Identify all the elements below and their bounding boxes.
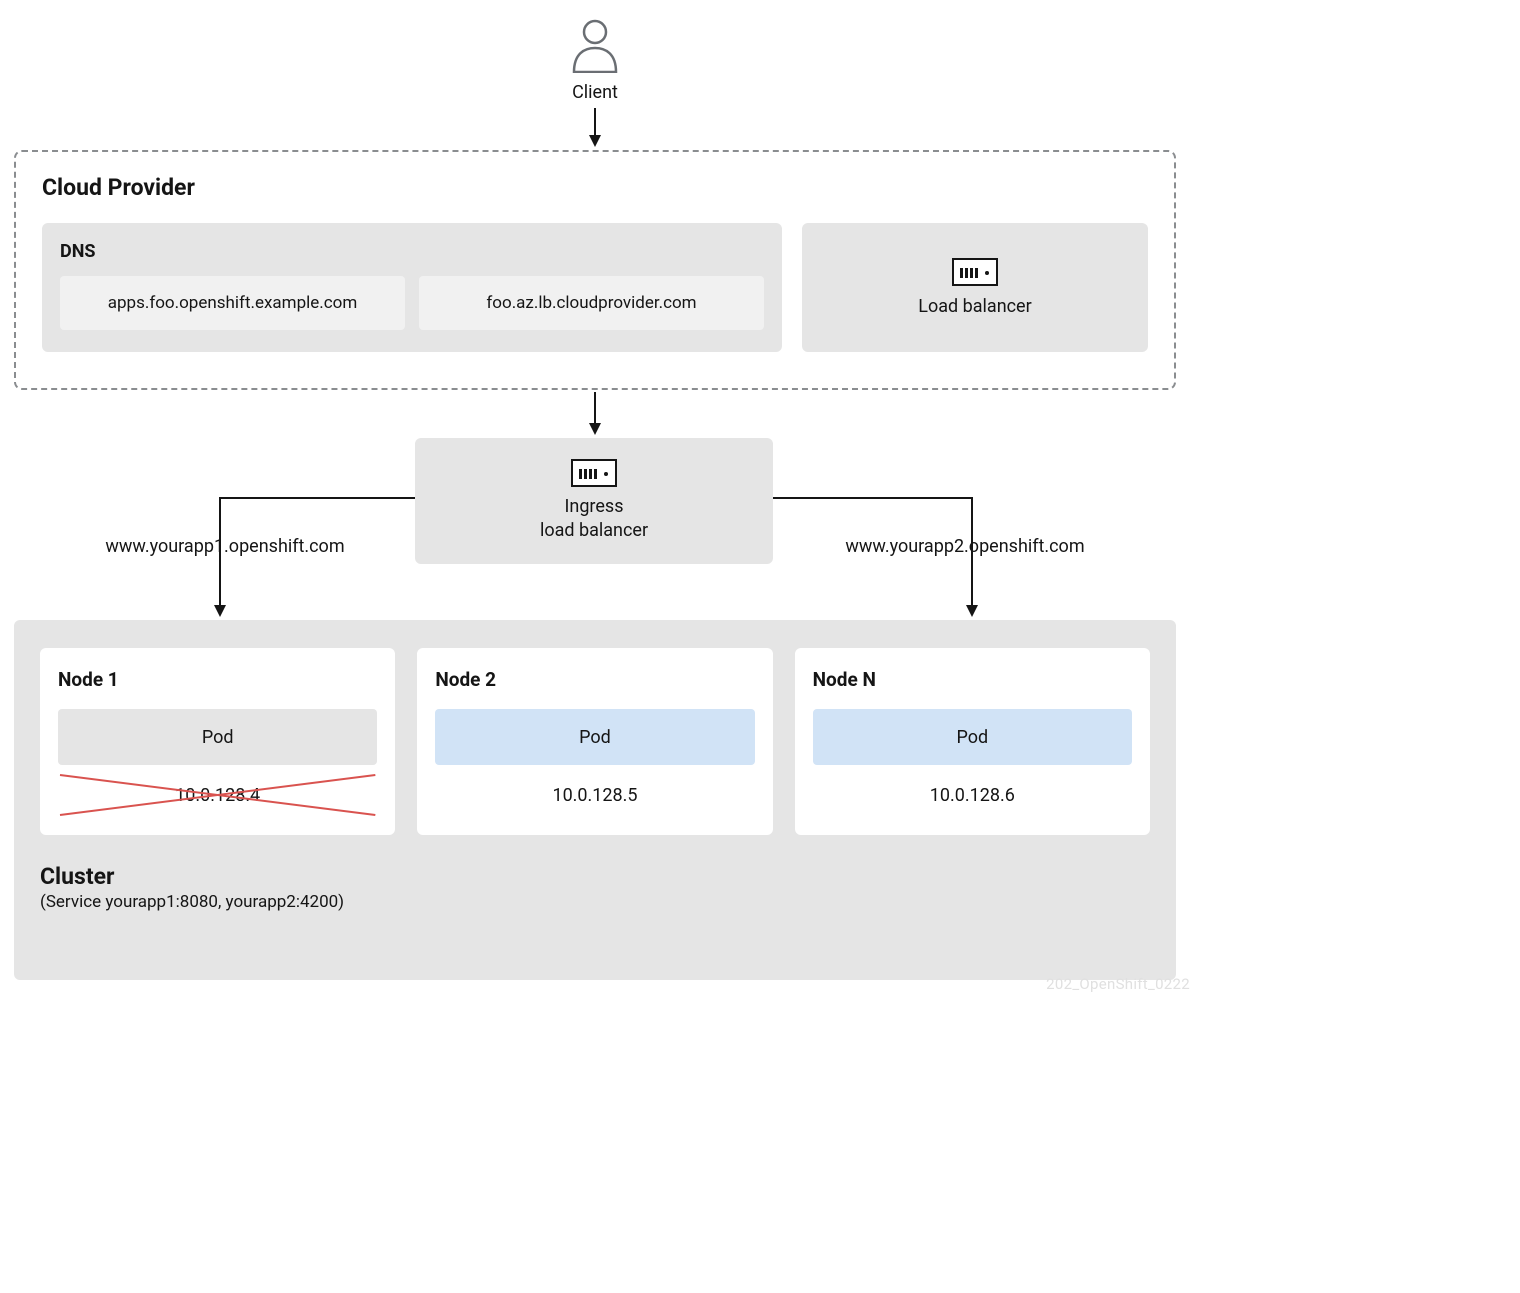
nodes-row: Node 1 Pod 10.0.128.4 Node 2 Pod 10.0.12… (40, 648, 1150, 835)
cloud-provider-title: Cloud Provider (42, 174, 1148, 201)
server-icon (571, 459, 617, 487)
node-ip: 10.0.128.5 (435, 773, 754, 817)
ingress-load-balancer-box: Ingress load balancer (415, 438, 773, 564)
node-ip-text: 10.0.128.6 (930, 785, 1015, 806)
node-box: Node 2 Pod 10.0.128.5 (417, 648, 772, 835)
node-ip-crossed: 10.0.128.4 (58, 773, 377, 817)
cross-out-icon (58, 773, 377, 817)
node-title: Node N (813, 668, 1132, 691)
cluster-box: Node 1 Pod 10.0.128.4 Node 2 Pod 10.0.12… (14, 620, 1176, 980)
node-box: Node 1 Pod 10.0.128.4 (40, 648, 395, 835)
node-ip: 10.0.128.6 (813, 773, 1132, 817)
client-label: Client (0, 82, 1190, 103)
client-icon (570, 18, 620, 73)
host-right-label: www.yourapp2.openshift.com (790, 536, 1140, 557)
load-balancer-box: Load balancer (802, 223, 1148, 352)
ingress-label: Ingress load balancer (540, 495, 648, 544)
ingress-label-line1: Ingress (564, 496, 623, 517)
ingress-label-line2: load balancer (540, 520, 648, 541)
dns-box: DNS apps.foo.openshift.example.com foo.a… (42, 223, 782, 352)
pod-box: Pod (58, 709, 377, 765)
dns-entry: apps.foo.openshift.example.com (60, 276, 405, 330)
host-left-label: www.yourapp1.openshift.com (50, 536, 400, 557)
dns-title: DNS (60, 241, 764, 262)
cloud-provider-box: Cloud Provider DNS apps.foo.openshift.ex… (14, 150, 1176, 390)
load-balancer-label: Load balancer (918, 296, 1031, 317)
cluster-subtitle: (Service yourapp1:8080, yourapp2:4200) (40, 892, 1150, 912)
pod-box: Pod (435, 709, 754, 765)
node-title: Node 1 (58, 668, 377, 691)
cluster-title: Cluster (40, 863, 1150, 890)
server-icon (952, 258, 998, 286)
dns-entry: foo.az.lb.cloudprovider.com (419, 276, 764, 330)
watermark: 202_OpenShift_0222 (1046, 975, 1190, 993)
node-box: Node N Pod 10.0.128.6 (795, 648, 1150, 835)
node-ip-text: 10.0.128.5 (552, 785, 637, 806)
pod-box: Pod (813, 709, 1132, 765)
node-title: Node 2 (435, 668, 754, 691)
